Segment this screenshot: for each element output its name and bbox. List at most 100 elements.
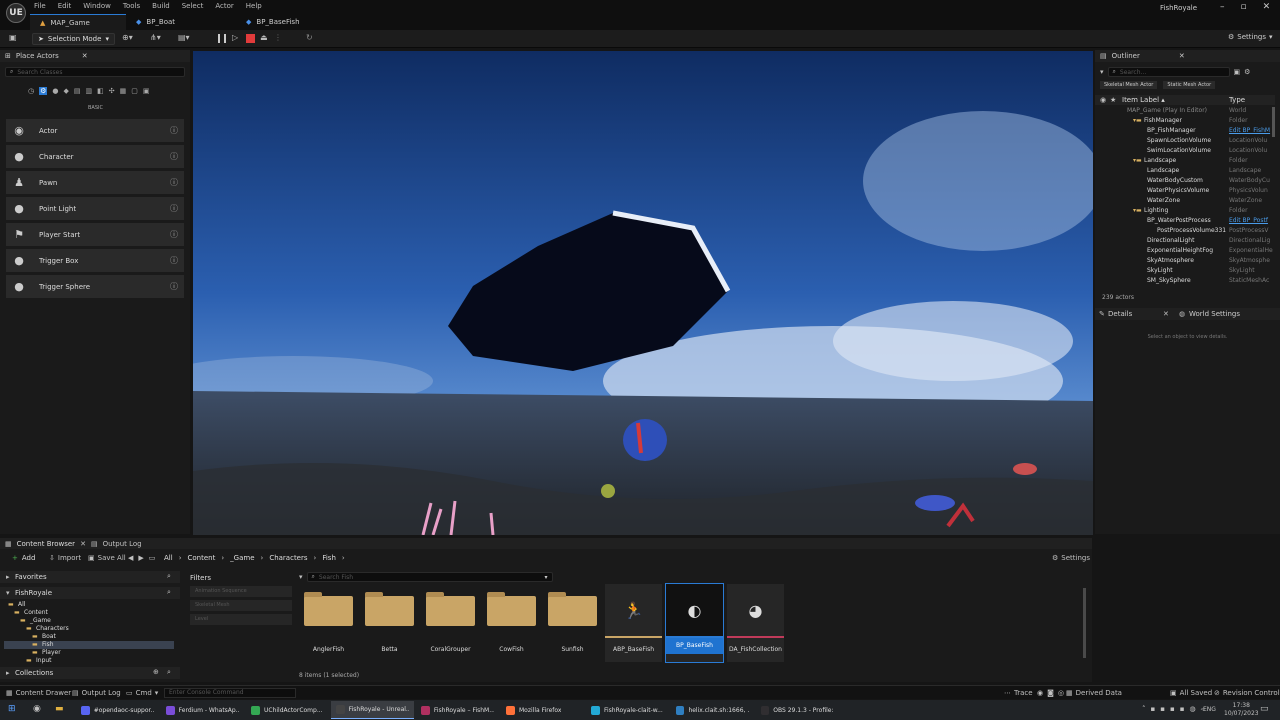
doc-tab[interactable]: ▲ MAP_Game [30,14,126,30]
outliner-row[interactable]: Landscape Landscape [1095,167,1275,177]
menu-item-build[interactable]: Build [152,2,170,10]
outliner-search-input[interactable]: ⌕ Search... [1107,67,1230,77]
filter-item[interactable]: Level [190,614,292,625]
outliner-row[interactable]: WaterPhysicsVolume PhysicsVolun [1095,187,1275,197]
folder-tree-item[interactable]: ▬ Boat [4,633,174,641]
folder-tree-item[interactable]: ▬ Player [4,649,174,657]
outliner-row[interactable]: ▾▬ Landscape Folder [1095,157,1275,167]
place-actors-tab[interactable]: ⊞ Place Actors ✕ [0,50,190,62]
asset-tile[interactable]: Sunfish [544,584,601,662]
taskbar-app[interactable]: helix.clait.sh:1666, ... [671,701,754,719]
search-icon[interactable]: ⌕ [167,572,171,581]
outliner-row[interactable]: WaterZone WaterZone [1095,197,1275,207]
outliner-item-type[interactable]: Edit BP_Postf [1229,217,1273,224]
breadcrumb-item[interactable]: All [164,554,173,562]
outliner-row[interactable]: SkyAtmosphere SkyAtmosphe [1095,257,1275,267]
asset-tile[interactable]: CowFish [483,584,540,662]
taskbar-app[interactable]: FishRoyale - Unreal... [331,701,414,719]
actor-item[interactable]: ● Character ⓘ [6,145,184,168]
hot-reload-icon[interactable]: ↻ [306,33,313,42]
clock[interactable]: 17:38 10/07/2023 [1224,702,1259,718]
folder-tree-item[interactable]: ▬ Characters [4,625,174,633]
pause-button[interactable] [218,34,226,43]
actor-item[interactable]: ♟ Pawn ⓘ [6,171,184,194]
outliner-scrollbar[interactable] [1272,107,1275,137]
favorites-header[interactable]: ▸ Favorites ⌕ [0,571,180,583]
star-icon[interactable]: ★ [1110,96,1116,104]
actor-item[interactable]: ● Point Light ⓘ [6,197,184,220]
outliner-row[interactable]: BP_WaterPostProcess Edit BP_Postf [1095,217,1275,227]
geometry-icon[interactable]: ✣ [109,87,115,95]
maximize-icon[interactable]: ▫ [1241,2,1247,12]
basic-category-icon[interactable]: ⚙ [39,87,48,95]
close-icon[interactable]: ✕ [1179,52,1185,60]
project-root-header[interactable]: ▾ FishRoyale ⌕ [0,587,180,599]
notifications-icon[interactable]: ▭ [1260,704,1269,714]
outliner-item-type[interactable]: Edit BP_FishM [1229,127,1273,134]
asset-tile[interactable]: CoralGrouper [422,584,479,662]
content-browser-tab[interactable]: Content Browser [17,540,75,548]
filter-item[interactable]: Skeletal Mesh [190,600,292,611]
filter-chip[interactable]: Static Mesh Actor [1163,81,1216,89]
add-folder-icon[interactable]: ▣ [1234,68,1241,76]
more-options-icon[interactable]: ⋮ [274,33,282,42]
eye-icon[interactable]: ◉ [1100,96,1106,104]
tray-icon[interactable]: ▪ [1170,705,1175,713]
outliner-row[interactable]: PostProcessVolume331 PostProcessV [1095,227,1275,237]
help-icon[interactable]: ⓘ [170,151,184,162]
item-label-column[interactable]: Item Label ▴ [1122,96,1165,104]
game-viewport[interactable] [193,51,1093,535]
asset-tile[interactable]: ◐ BP_BaseFish [665,583,724,663]
network-icon[interactable]: ◍ [1190,705,1196,713]
menu-item-window[interactable]: Window [83,2,111,10]
cmd-dropdown[interactable]: ▭ Cmd ▾ [126,689,158,697]
stop-button[interactable] [246,34,255,43]
actor-item[interactable]: ⚑ Player Start ⓘ [6,223,184,246]
actor-item[interactable]: ◉ Actor ⓘ [6,119,184,142]
outline-icon[interactable]: ▢ [131,87,138,95]
content-drawer-button[interactable]: ▦ Content Drawer [6,689,71,697]
asset-tile[interactable]: 🏃 ABP_BaseFish [605,584,662,662]
taskbar-app[interactable]: UChildActorComp... [246,701,329,719]
help-icon[interactable]: ⓘ [170,281,184,292]
menu-item-edit[interactable]: Edit [58,2,72,10]
close-icon[interactable]: ✕ [82,52,88,60]
help-icon[interactable]: ⓘ [170,229,184,240]
close-icon[interactable]: ✕ [1263,2,1271,12]
folder-tree-item[interactable]: ▬ All [4,601,174,609]
all-saved-button[interactable]: ▣ All Saved [1170,689,1212,697]
outliner-row[interactable]: MAP_Game (Play In Editor) World [1095,107,1275,117]
outliner-row[interactable]: SpawnLoctionVolume LocationVolu [1095,137,1275,147]
derived-data-button[interactable]: ▦ Derived Data [1066,689,1122,697]
minimize-icon[interactable]: – [1220,2,1225,12]
tray-icon[interactable]: ▪ [1151,705,1156,713]
save-all-button[interactable]: ▣ Save All [88,554,126,562]
menu-item-help[interactable]: Help [246,2,262,10]
chevron-right-icon[interactable]: › [221,554,224,562]
recent-icon[interactable]: ◷ [28,87,34,95]
back-icon[interactable]: ◀ [128,554,133,562]
menu-item-select[interactable]: Select [182,2,204,10]
outliner-row[interactable]: WaterBodyCustom WaterBodyCu [1095,177,1275,187]
camera-icon[interactable]: ◙ [1047,689,1054,697]
task-app-icon[interactable]: ◉ [33,704,41,714]
taskbar-app[interactable]: Mozilla Firefox [501,701,584,719]
gear-icon[interactable]: ⚙ [1244,68,1250,76]
add-collection-icon[interactable]: ⊕ [153,668,159,676]
taskbar-app[interactable]: OBS 29.1.3 - Profile:... [756,701,839,719]
language-indicator[interactable]: ENG [1203,706,1216,713]
cinematics-icon[interactable]: ▤▾ [178,33,190,42]
asset-tile[interactable]: Betta [361,584,418,662]
asset-tile[interactable]: AnglerFish [300,584,357,662]
filter-icon[interactable]: ▾ [1100,68,1104,76]
outliner-row[interactable]: DirectionalLight DirectionalLig [1095,237,1275,247]
file-explorer-icon[interactable]: ▬ [55,704,64,714]
taskbar-app[interactable]: Ferdium - WhatsAp... [161,701,244,719]
outliner-row[interactable]: ▾▬ Lighting Folder [1095,207,1275,217]
revision-control-button[interactable]: ⊘ Revision Control [1214,689,1280,697]
help-icon[interactable]: ⓘ [170,125,184,136]
asset-scrollbar[interactable] [1083,588,1086,658]
doc-tab[interactable]: ◆ BP_Boat [126,14,236,30]
blueprint-icon[interactable]: ⋔▾ [150,33,161,42]
chevron-right-icon[interactable]: › [179,554,182,562]
